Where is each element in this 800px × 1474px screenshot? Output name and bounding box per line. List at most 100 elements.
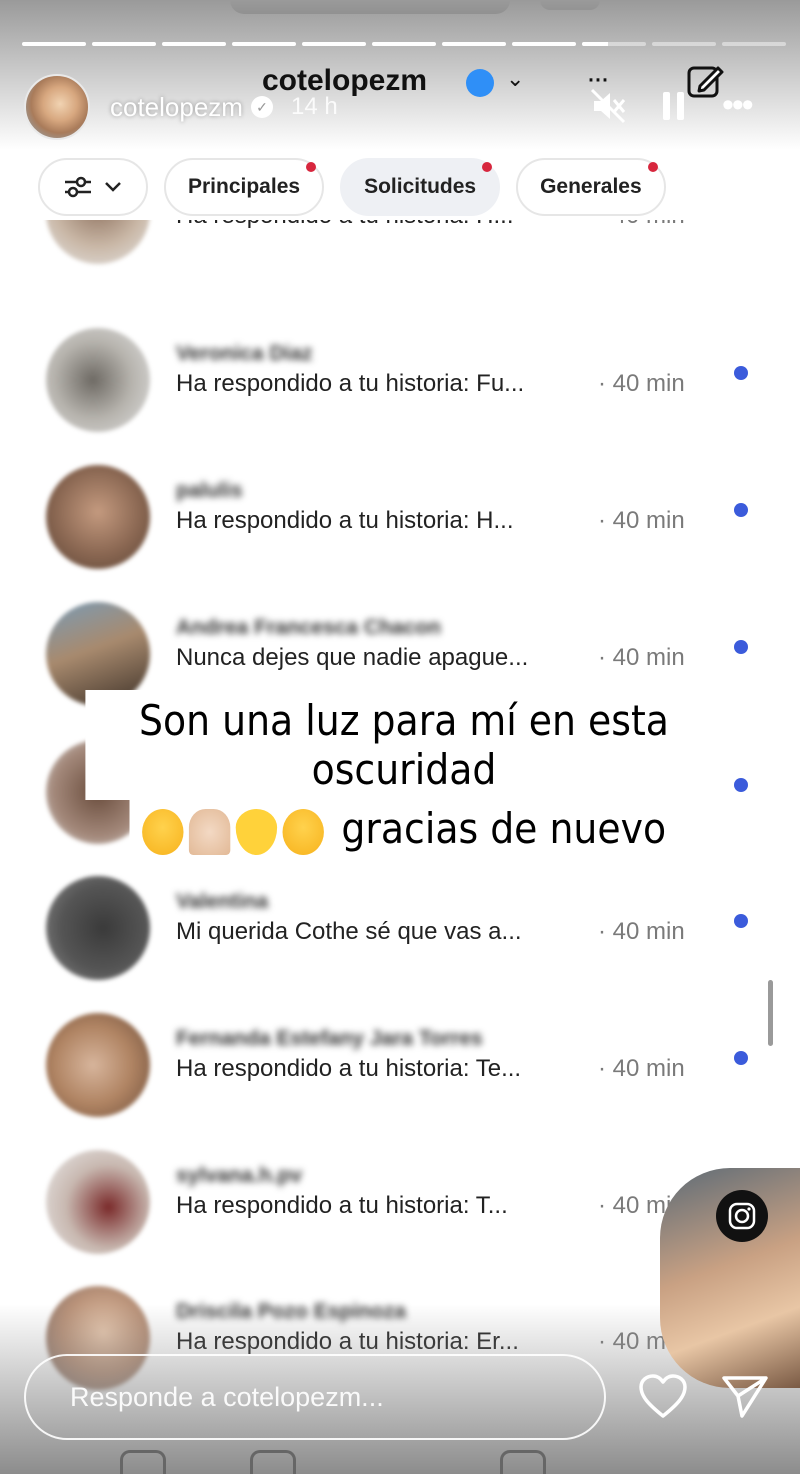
message-time: · 40 mi xyxy=(598,1328,672,1355)
chip-label: Solicitudes xyxy=(364,175,477,198)
progress-segment xyxy=(302,42,366,46)
camera-cutout xyxy=(540,0,600,10)
overlay-line-2: gracias de nuevo xyxy=(129,798,679,861)
sender-name: Valentina xyxy=(176,890,269,913)
progress-segment xyxy=(22,42,86,46)
story-timestamp: 14 h xyxy=(290,93,338,120)
message-time: · 40 min xyxy=(598,507,685,534)
progress-segment xyxy=(582,42,646,46)
sender-name: palulis xyxy=(176,479,243,502)
progress-segment xyxy=(512,42,576,46)
message-row[interactable]: Fernanda Estefany Jara Torres Ha respond… xyxy=(0,1003,800,1133)
message-preview: Ha respondido a tu historia: Te... xyxy=(176,1055,522,1082)
progress-segment xyxy=(92,42,156,46)
notification-dot xyxy=(647,162,658,172)
progress-fill xyxy=(442,42,506,46)
avatar xyxy=(46,465,150,569)
sender-name: sylvana.h.pv xyxy=(176,1164,303,1187)
message-preview: Ha respondido a tu historia: T... xyxy=(176,1192,508,1219)
avatar xyxy=(46,1150,150,1254)
unread-dot xyxy=(734,503,748,517)
profile-nav-icon xyxy=(500,1450,546,1474)
overlay-line-2-text: gracias de nuevo xyxy=(341,804,667,853)
progress-fill xyxy=(162,42,226,46)
unread-dot xyxy=(734,1051,748,1065)
progress-fill xyxy=(512,42,576,46)
overlay-line-1: Son una luz para mí en esta oscuridad xyxy=(85,690,723,800)
unread-dot xyxy=(734,914,748,928)
sliders-icon xyxy=(65,176,91,198)
progress-fill xyxy=(232,42,296,46)
progress-segment xyxy=(722,42,786,46)
chip-principales[interactable]: Principales xyxy=(164,158,325,216)
filter-settings-chip[interactable] xyxy=(38,158,148,216)
instagram-icon xyxy=(716,1190,768,1242)
message-time: · 40 min xyxy=(598,370,685,397)
chevron-down-icon xyxy=(105,182,121,192)
home-nav-icon xyxy=(120,1450,166,1474)
pleading-face-icon xyxy=(282,808,324,855)
progress-segment xyxy=(652,42,716,46)
pensive-face-icon xyxy=(141,808,184,855)
sender-name: Fernanda Estefany Jara Torres xyxy=(176,1027,483,1050)
story-text-overlay: Son una luz para mí en esta oscuridad gr… xyxy=(50,690,758,861)
message-time: · 40 min xyxy=(598,1055,685,1082)
chip-generales[interactable]: Generales xyxy=(516,158,666,216)
message-preview: Ha respondido a tu historia: Fu... xyxy=(176,370,525,397)
message-time: · 40 min xyxy=(598,220,685,230)
message-preview: Ha respondido a tu historia: Er... xyxy=(176,1328,519,1355)
progress-segment xyxy=(232,42,296,46)
phone-notch xyxy=(230,0,510,14)
sender-name: Veronica Diaz xyxy=(176,342,313,365)
avatar xyxy=(46,1013,150,1117)
unread-dot xyxy=(734,366,748,380)
unread-dot xyxy=(734,640,748,654)
message-preview: Mi querida Cothe sé que vas a... xyxy=(176,918,522,945)
folded-hands-icon xyxy=(188,808,231,855)
message-time: · 40 mi xyxy=(598,1192,672,1219)
scrollbar[interactable] xyxy=(768,980,773,1046)
yellow-heart-icon xyxy=(235,808,277,855)
send-icon[interactable] xyxy=(720,1374,770,1420)
heart-icon[interactable] xyxy=(638,1374,688,1420)
more-options-icon[interactable]: ••• xyxy=(722,86,754,125)
story-viewer: cotelopezm ⌄ ··· Principales Solicitudes… xyxy=(0,0,800,1474)
chip-solicitudes[interactable]: Solicitudes xyxy=(340,158,501,216)
sender-name: Driscila Pozo Espinoza xyxy=(176,1300,406,1323)
message-preview: Ha respondido a tu historia: H... xyxy=(176,220,514,230)
avatar[interactable] xyxy=(24,74,90,140)
chip-label: Generales xyxy=(540,175,642,198)
chevron-down-icon: ⌄ xyxy=(506,66,525,91)
avatar xyxy=(46,220,150,264)
search-nav-icon xyxy=(250,1450,296,1474)
message-time: · 40 min xyxy=(598,918,685,945)
message-row[interactable]: Ha respondido a tu historia: H... · 40 m… xyxy=(0,220,800,280)
verified-badge-icon: ✓ xyxy=(250,96,273,118)
avatar xyxy=(46,876,150,980)
avatar xyxy=(46,328,150,432)
mute-icon[interactable] xyxy=(588,86,628,126)
message-row[interactable]: Valentina Mi querida Cothe sé que vas a.… xyxy=(0,866,800,996)
reply-input[interactable] xyxy=(68,1380,572,1414)
story-username[interactable]: cotelopezm xyxy=(110,92,243,123)
message-row[interactable]: palulis Ha respondido a tu historia: H..… xyxy=(0,455,800,585)
story-progress-bar xyxy=(22,42,786,46)
notification-dot xyxy=(482,162,493,172)
message-preview: Ha respondido a tu historia: H... xyxy=(176,507,514,534)
progress-fill xyxy=(92,42,156,46)
progress-fill xyxy=(22,42,86,46)
message-preview: Nunca dejes que nadie apague... xyxy=(176,644,529,671)
progress-segment xyxy=(162,42,226,46)
verified-badge-icon xyxy=(466,69,494,97)
story-author[interactable]: cotelopezm ✓ 14 h xyxy=(24,74,338,140)
progress-segment xyxy=(372,42,436,46)
progress-fill xyxy=(302,42,366,46)
pause-icon[interactable] xyxy=(660,90,688,122)
inbox-filter-chips: Principales Solicitudes Generales xyxy=(38,158,666,216)
message-time: · 40 min xyxy=(598,644,685,671)
message-row[interactable]: Veronica Diaz Ha respondido a tu histori… xyxy=(0,318,800,448)
notification-dot xyxy=(306,162,317,172)
progress-fill xyxy=(372,42,436,46)
progress-fill xyxy=(582,42,608,46)
progress-segment xyxy=(442,42,506,46)
